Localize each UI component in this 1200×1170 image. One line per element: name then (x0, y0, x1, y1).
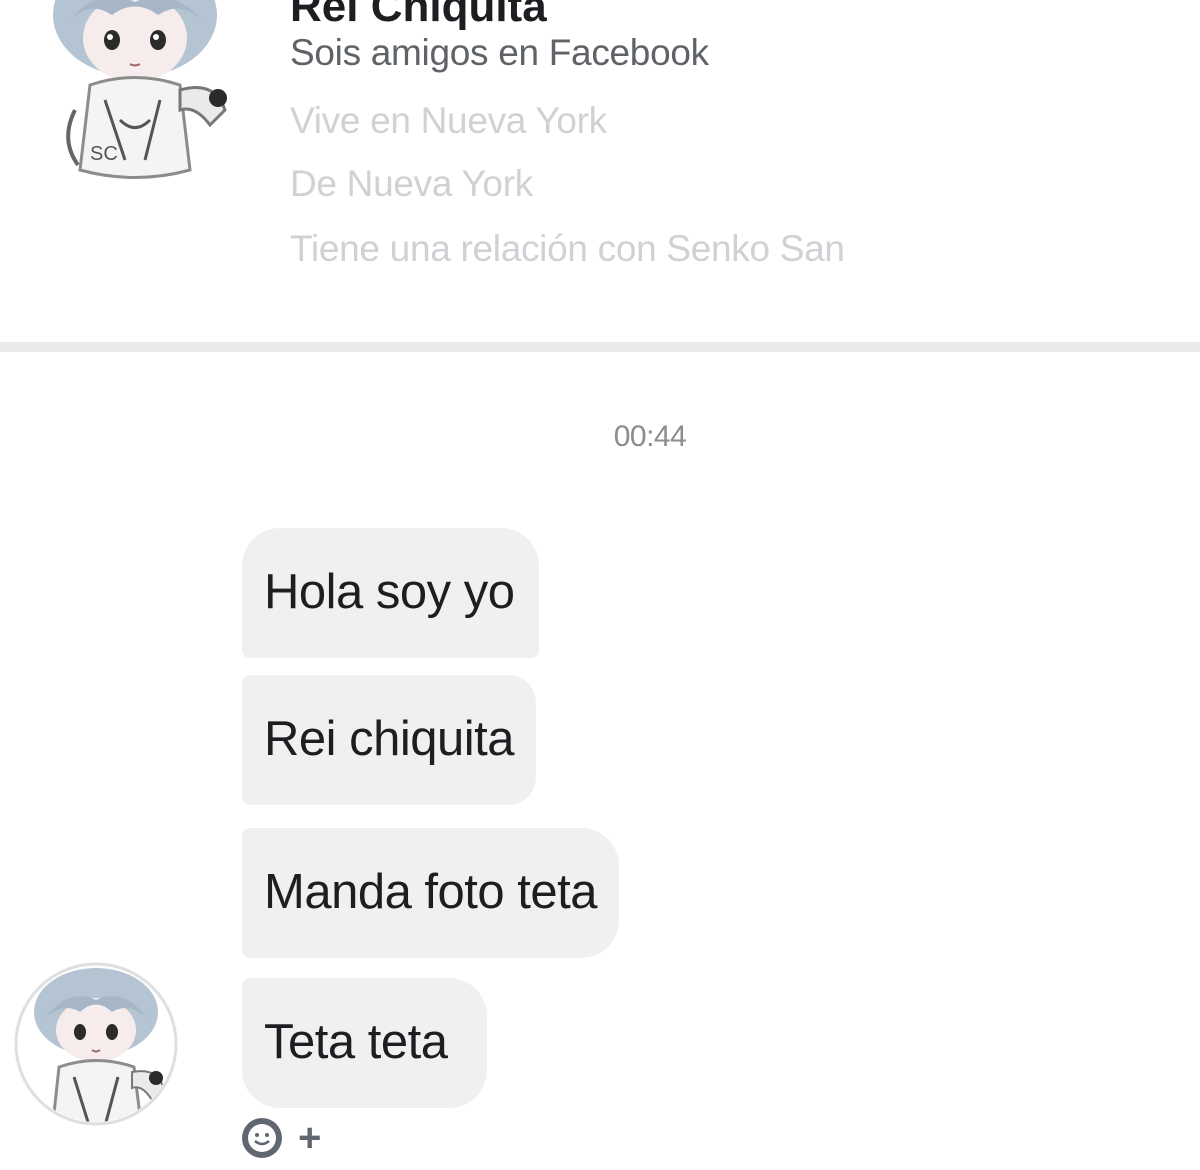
messenger-chat-screen: SC Rei Chiquita Sois amigos en Facebook … (0, 0, 1200, 1170)
svg-text:SC: SC (90, 143, 118, 165)
profile-hometown: De Nueva York (290, 163, 533, 204)
message-timestamp: 00:44 (613, 420, 687, 453)
message-bubble[interactable]: Teta teta (242, 978, 488, 1108)
message-bubble[interactable]: Manda foto teta (242, 828, 620, 958)
profile-name[interactable]: Rei Chiquita (290, 0, 547, 32)
sender-avatar[interactable] (14, 962, 178, 1126)
avatar-eye-left (104, 30, 120, 50)
add-reaction-button[interactable]: + (298, 1116, 321, 1160)
smiley-face-icon[interactable] (240, 1116, 284, 1160)
profile-relationship: Tiene una relación con Senko San (290, 228, 845, 269)
message-actions: + (240, 1116, 321, 1160)
profile-friends-status: Sois amigos en Facebook (290, 32, 709, 73)
message-bubble[interactable]: Rei chiquita (242, 675, 537, 805)
avatar-eye-right (150, 30, 166, 50)
section-divider (0, 342, 1200, 352)
profile-lives-in: Vive en Nueva York (290, 100, 607, 141)
profile-avatar[interactable]: SC (30, 0, 240, 210)
message-bubble[interactable]: Hola soy yo (242, 528, 539, 658)
